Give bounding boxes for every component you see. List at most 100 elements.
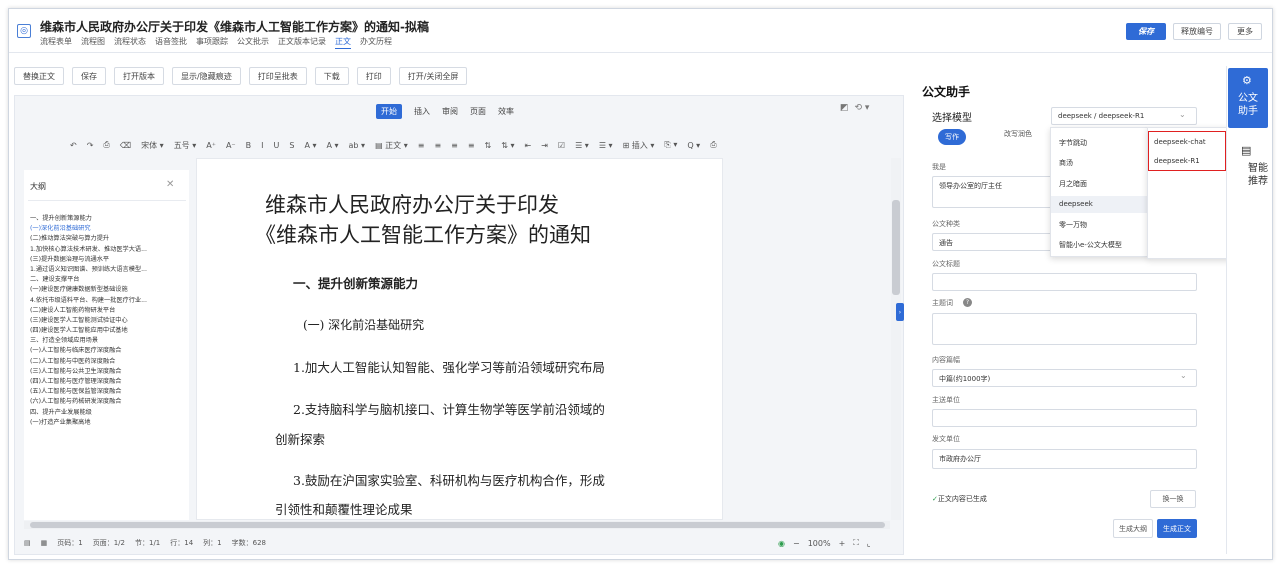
outline-item[interactable]: 1.加快核心算法技术研发、推动医学大语... (30, 245, 190, 255)
outline-item[interactable]: 4.依托市级语料平台、构建一批医疗行业... (30, 296, 190, 306)
model-select[interactable]: deepseek / deepseek-R1 (1051, 107, 1197, 125)
format-tool-13[interactable]: A ▾ (326, 141, 338, 150)
format-tool-29[interactable]: Q ▾ (687, 141, 700, 150)
eye-icon[interactable]: ◉ (778, 539, 785, 548)
outline-item[interactable]: (三)提升数据治理与流通水平 (30, 255, 190, 265)
outline-item[interactable]: 三、打造全领域应用场景 (30, 336, 190, 346)
tab-3[interactable]: 语音签批 (155, 36, 187, 49)
avatar-icon[interactable]: ◩ (840, 103, 849, 113)
mode-polish-button[interactable]: 改写润色 (1004, 129, 1032, 139)
format-tool-5[interactable]: 五号 ▾ (174, 140, 197, 151)
format-tool-2[interactable]: ⎙ (103, 140, 109, 150)
format-tool-1[interactable]: ↷ (87, 141, 94, 150)
rail-recommend-tab[interactable]: ▤ 智能 推荐 (1228, 140, 1268, 196)
format-tool-17[interactable]: ≡ (434, 141, 441, 150)
vertical-scrollbar-thumb[interactable] (892, 200, 900, 295)
format-tool-16[interactable]: ≡ (418, 141, 425, 150)
format-tool-12[interactable]: A ▾ (304, 141, 316, 150)
close-icon[interactable]: ✕ (166, 179, 174, 190)
provider-option[interactable]: 字节跳动 (1051, 134, 1147, 151)
format-tool-30[interactable]: ⎙ (710, 140, 716, 150)
tab-4[interactable]: 事项跟踪 (196, 36, 228, 49)
toolbar-button-0[interactable]: 替换正文 (14, 67, 64, 85)
rail-assistant-tab[interactable]: ⚙ 公文 助手 (1228, 68, 1268, 128)
issuer-input[interactable]: 市政府办公厅 (932, 449, 1197, 469)
outline-item[interactable]: 一、提升创新策源能力 (30, 214, 190, 224)
outline-item[interactable]: (三)建设医学人工智能测试验证中心 (30, 316, 190, 326)
swap-button[interactable]: 换一换 (1150, 490, 1196, 508)
tab-5[interactable]: 公文批示 (237, 36, 269, 49)
tab-0[interactable]: 流程表单 (40, 36, 72, 49)
ribbon-tab-1[interactable]: 插入 (414, 106, 430, 117)
outline-item[interactable]: (二)人工智能与中医药深度融合 (30, 357, 190, 367)
format-tool-11[interactable]: S (289, 141, 294, 150)
fit-icon[interactable]: ⛶ (853, 538, 859, 548)
doc-title-input[interactable] (932, 273, 1197, 291)
format-tool-9[interactable]: I (261, 141, 263, 150)
format-tool-26[interactable]: ☰ ▾ (599, 141, 613, 150)
chevron-down-icon[interactable]: ⌄ (1180, 371, 1187, 380)
panel-collapse-icon[interactable]: › (896, 303, 904, 321)
tab-7[interactable]: 正文 (335, 36, 351, 49)
outline-item[interactable]: (一)深化前沿基础研究 (30, 224, 190, 234)
provider-option[interactable]: 零一万物 (1051, 216, 1147, 233)
outline-item[interactable]: (六)人工智能与药械研发深度融合 (30, 397, 190, 407)
toolbar-button-5[interactable]: 下载 (314, 67, 349, 85)
format-tool-19[interactable]: ≡ (468, 141, 475, 150)
ribbon-tab-0[interactable]: 开始 (376, 104, 402, 119)
keywords-input[interactable] (932, 313, 1197, 345)
outline-item[interactable]: 四、提升产业发展能级 (30, 408, 190, 418)
tab-2[interactable]: 流程状态 (114, 36, 146, 49)
outline-item[interactable]: 1.通过语义知识图谱、预训练大语言模型... (30, 265, 190, 275)
document-page[interactable]: 维森市人民政府办公厅关于印发 《维森市人工智能工作方案》的通知 一、提升创新策源… (196, 158, 723, 520)
ribbon-tab-3[interactable]: 页面 (470, 106, 486, 117)
history-icon[interactable]: ⟲ ▾ (855, 103, 870, 113)
length-select[interactable]: 中篇(约1000字) (932, 369, 1197, 387)
format-tool-4[interactable]: 宋体 ▾ (141, 140, 164, 151)
zoom-out-icon[interactable]: − (793, 539, 800, 548)
format-tool-10[interactable]: U (274, 141, 280, 150)
generate-text-button[interactable]: 生成正文 (1157, 519, 1197, 538)
format-tool-28[interactable]: ⎘ ▾ (664, 140, 677, 150)
outline-view-icon[interactable]: ▦ (41, 539, 48, 547)
format-tool-7[interactable]: A⁻ (226, 141, 236, 150)
tab-8[interactable]: 办文历程 (360, 36, 392, 49)
tab-1[interactable]: 流程图 (81, 36, 105, 49)
save-button[interactable]: 保存 (1126, 23, 1166, 40)
provider-option[interactable]: 商汤 (1051, 155, 1147, 172)
fullscreen-icon[interactable]: ⌞ (867, 539, 871, 548)
outline-item[interactable]: (四)建设医学人工智能应用中试基地 (30, 326, 190, 336)
zoom-in-icon[interactable]: + (839, 539, 846, 548)
format-tool-0[interactable]: ↶ (70, 141, 77, 150)
outline-item[interactable]: (三)人工智能与公共卫生深度融合 (30, 367, 190, 377)
horizontal-scrollbar-thumb[interactable] (30, 522, 885, 528)
ribbon-tab-2[interactable]: 审阅 (442, 106, 458, 117)
toolbar-button-1[interactable]: 保存 (72, 67, 106, 85)
toolbar-button-6[interactable]: 打印 (356, 67, 391, 85)
format-tool-14[interactable]: ab ▾ (349, 141, 366, 150)
outline-item[interactable]: (二)建设人工智能药物研发平台 (30, 306, 190, 316)
format-tool-6[interactable]: A⁺ (206, 141, 216, 150)
ribbon-tab-4[interactable]: 效率 (498, 106, 514, 117)
toolbar-button-4[interactable]: 打印呈批表 (248, 67, 307, 85)
toolbar-button-2[interactable]: 打开版本 (114, 67, 164, 85)
provider-option[interactable]: 智能小e-公文大模型 (1051, 237, 1147, 254)
provider-option[interactable]: deepseek (1051, 195, 1147, 213)
format-tool-3[interactable]: ⌫ (120, 141, 131, 150)
outline-item[interactable]: 二、建设支撑平台 (30, 275, 190, 285)
release-number-button[interactable]: 释放编号 (1173, 23, 1221, 40)
outline-item[interactable]: (一)建设医疗健康数据新型基础设施 (30, 285, 190, 295)
help-icon[interactable]: ? (963, 298, 972, 307)
chevron-down-icon[interactable]: ⌄ (1179, 110, 1186, 119)
toolbar-button-7[interactable]: 打开/关闭全屏 (398, 67, 468, 85)
main-unit-input[interactable] (932, 409, 1197, 427)
toolbar-button-3[interactable]: 显示/隐藏痕迹 (172, 67, 241, 85)
format-tool-24[interactable]: ☑ (558, 141, 565, 150)
format-tool-21[interactable]: ⇅ ▾ (501, 141, 514, 150)
format-tool-20[interactable]: ⇅ (485, 141, 492, 150)
page-view-icon[interactable]: ▤ (24, 539, 31, 547)
outline-item[interactable]: (一)打造产业集聚高地 (30, 418, 190, 428)
format-tool-22[interactable]: ⇤ (525, 141, 532, 150)
tab-6[interactable]: 正文版本记录 (278, 36, 326, 49)
outline-item[interactable]: (二)推动算法突破与算力提升 (30, 234, 190, 244)
